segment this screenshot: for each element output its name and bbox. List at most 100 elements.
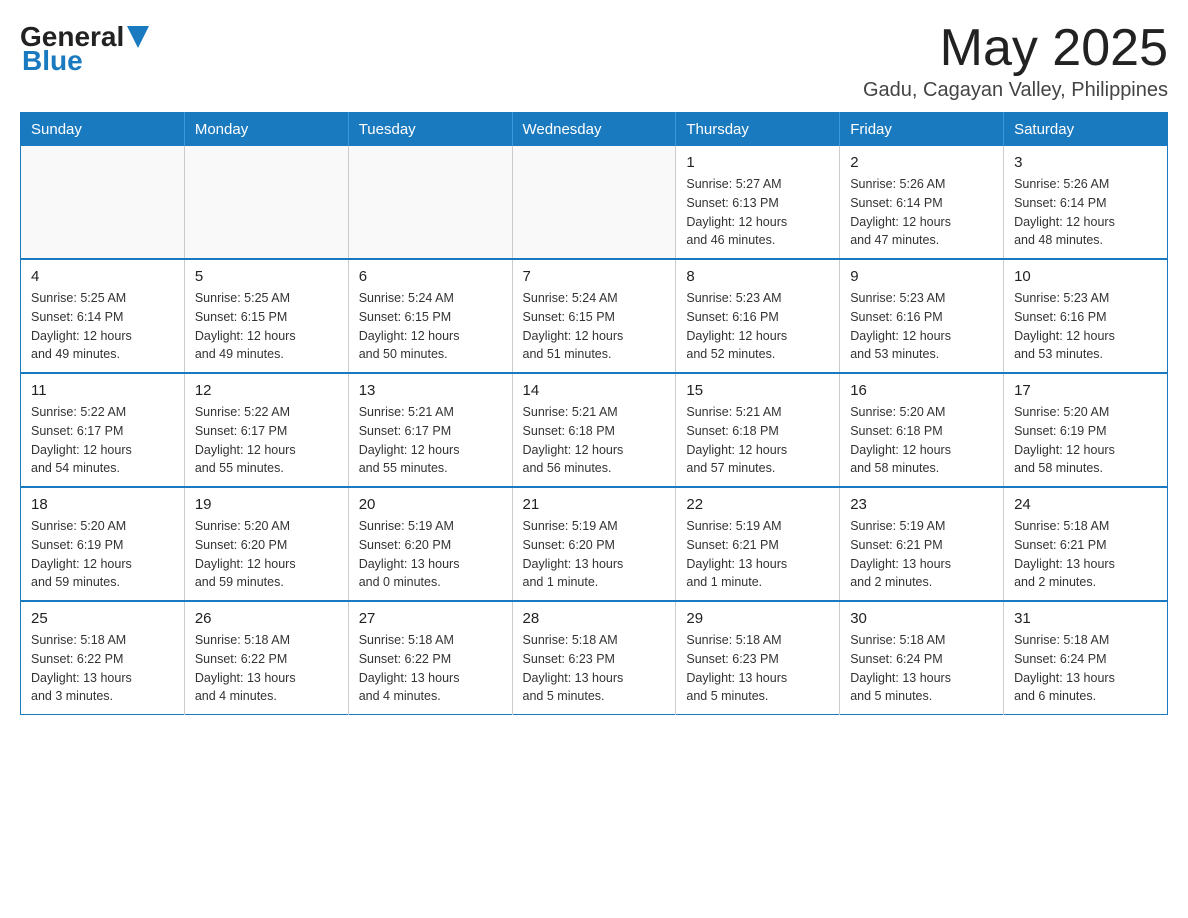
day-info: Sunrise: 5:19 AMSunset: 6:20 PMDaylight:…: [359, 517, 502, 592]
column-header-wednesday: Wednesday: [512, 113, 676, 147]
day-info: Sunrise: 5:18 AMSunset: 6:24 PMDaylight:…: [850, 631, 993, 706]
calendar-cell: 31 Sunrise: 5:18 AMSunset: 6:24 PMDayligh…: [1004, 601, 1168, 715]
calendar-cell: 24Sunrise: 5:18 AMSunset: 6:21 PMDayligh…: [1004, 487, 1168, 601]
day-number: 30: [850, 610, 993, 627]
day-info: Sunrise: 5:20 AMSunset: 6:19 PMDaylight:…: [31, 517, 174, 592]
day-info: Sunrise: 5:20 AMSunset: 6:18 PMDaylight:…: [850, 403, 993, 478]
day-number: 13: [359, 382, 502, 399]
calendar-cell: 4 Sunrise: 5:25 AMSunset: 6:14 PMDaylight…: [21, 259, 185, 373]
day-number: 27: [359, 610, 502, 627]
day-number: 4: [31, 268, 174, 285]
calendar-cell: 25 Sunrise: 5:18 AMSunset: 6:22 PMDayligh…: [21, 601, 185, 715]
column-header-tuesday: Tuesday: [348, 113, 512, 147]
day-info: Sunrise: 5:19 AMSunset: 6:21 PMDaylight:…: [850, 517, 993, 592]
day-info: Sunrise: 5:21 AMSunset: 6:18 PMDaylight:…: [686, 403, 829, 478]
day-number: 26: [195, 610, 338, 627]
day-info: Sunrise: 5:18 AMSunset: 6:24 PMDaylight:…: [1014, 631, 1157, 706]
day-info: Sunrise: 5:24 AMSunset: 6:15 PMDaylight:…: [359, 289, 502, 364]
column-header-saturday: Saturday: [1004, 113, 1168, 147]
day-number: 17: [1014, 382, 1157, 399]
day-info: Sunrise: 5:21 AMSunset: 6:18 PMDaylight:…: [523, 403, 666, 478]
calendar-cell: 28Sunrise: 5:18 AMSunset: 6:23 PMDayligh…: [512, 601, 676, 715]
calendar-cell: 5 Sunrise: 5:25 AMSunset: 6:15 PMDaylight…: [184, 259, 348, 373]
calendar-cell: [512, 146, 676, 259]
day-info: Sunrise: 5:19 AMSunset: 6:21 PMDaylight:…: [686, 517, 829, 592]
calendar-cell: 29 Sunrise: 5:18 AMSunset: 6:23 PMDayligh…: [676, 601, 840, 715]
day-number: 22: [686, 496, 829, 513]
logo-blue-text: Blue: [22, 45, 83, 77]
day-number: 5: [195, 268, 338, 285]
calendar-cell: 17Sunrise: 5:20 AMSunset: 6:19 PMDayligh…: [1004, 373, 1168, 487]
calendar-cell: 13 Sunrise: 5:21 AMSunset: 6:17 PMDayligh…: [348, 373, 512, 487]
calendar-cell: 20 Sunrise: 5:19 AMSunset: 6:20 PMDayligh…: [348, 487, 512, 601]
calendar-cell: 16Sunrise: 5:20 AMSunset: 6:18 PMDayligh…: [840, 373, 1004, 487]
day-number: 2: [850, 154, 993, 171]
day-number: 21: [523, 496, 666, 513]
day-number: 31: [1014, 610, 1157, 627]
day-info: Sunrise: 5:18 AMSunset: 6:23 PMDaylight:…: [686, 631, 829, 706]
day-number: 8: [686, 268, 829, 285]
day-info: Sunrise: 5:19 AMSunset: 6:20 PMDaylight:…: [523, 517, 666, 592]
day-number: 15: [686, 382, 829, 399]
day-number: 3: [1014, 154, 1157, 171]
calendar-week-row: 1 Sunrise: 5:27 AMSunset: 6:13 PMDaylight…: [21, 146, 1168, 259]
day-info: Sunrise: 5:25 AMSunset: 6:15 PMDaylight:…: [195, 289, 338, 364]
day-info: Sunrise: 5:18 AMSunset: 6:22 PMDaylight:…: [359, 631, 502, 706]
column-header-monday: Monday: [184, 113, 348, 147]
calendar-cell: 1 Sunrise: 5:27 AMSunset: 6:13 PMDaylight…: [676, 146, 840, 259]
day-info: Sunrise: 5:27 AMSunset: 6:13 PMDaylight:…: [686, 175, 829, 250]
day-info: Sunrise: 5:18 AMSunset: 6:22 PMDaylight:…: [31, 631, 174, 706]
day-info: Sunrise: 5:26 AMSunset: 6:14 PMDaylight:…: [850, 175, 993, 250]
day-info: Sunrise: 5:23 AMSunset: 6:16 PMDaylight:…: [850, 289, 993, 364]
calendar-cell: [21, 146, 185, 259]
calendar-cell: [184, 146, 348, 259]
calendar-cell: 21 Sunrise: 5:19 AMSunset: 6:20 PMDayligh…: [512, 487, 676, 601]
logo: General Blue: [20, 20, 149, 77]
calendar-week-row: 11 Sunrise: 5:22 AMSunset: 6:17 PMDayligh…: [21, 373, 1168, 487]
day-info: Sunrise: 5:25 AMSunset: 6:14 PMDaylight:…: [31, 289, 174, 364]
calendar-cell: 12Sunrise: 5:22 AMSunset: 6:17 PMDayligh…: [184, 373, 348, 487]
calendar-cell: 19 Sunrise: 5:20 AMSunset: 6:20 PMDayligh…: [184, 487, 348, 601]
day-number: 23: [850, 496, 993, 513]
day-info: Sunrise: 5:20 AMSunset: 6:20 PMDaylight:…: [195, 517, 338, 592]
day-number: 29: [686, 610, 829, 627]
calendar-cell: 3 Sunrise: 5:26 AMSunset: 6:14 PMDaylight…: [1004, 146, 1168, 259]
day-info: Sunrise: 5:18 AMSunset: 6:23 PMDaylight:…: [523, 631, 666, 706]
day-number: 20: [359, 496, 502, 513]
day-number: 11: [31, 382, 174, 399]
calendar-week-row: 18Sunrise: 5:20 AMSunset: 6:19 PMDayligh…: [21, 487, 1168, 601]
column-header-thursday: Thursday: [676, 113, 840, 147]
day-info: Sunrise: 5:24 AMSunset: 6:15 PMDaylight:…: [523, 289, 666, 364]
day-info: Sunrise: 5:21 AMSunset: 6:17 PMDaylight:…: [359, 403, 502, 478]
calendar-header-row: SundayMondayTuesdayWednesdayThursdayFrid…: [21, 113, 1168, 147]
calendar-cell: 26Sunrise: 5:18 AMSunset: 6:22 PMDayligh…: [184, 601, 348, 715]
day-info: Sunrise: 5:26 AMSunset: 6:14 PMDaylight:…: [1014, 175, 1157, 250]
calendar-cell: 11 Sunrise: 5:22 AMSunset: 6:17 PMDayligh…: [21, 373, 185, 487]
day-number: 1: [686, 154, 829, 171]
calendar-cell: 18Sunrise: 5:20 AMSunset: 6:19 PMDayligh…: [21, 487, 185, 601]
column-header-sunday: Sunday: [21, 113, 185, 147]
calendar-cell: [348, 146, 512, 259]
day-info: Sunrise: 5:22 AMSunset: 6:17 PMDaylight:…: [31, 403, 174, 478]
day-number: 10: [1014, 268, 1157, 285]
day-number: 19: [195, 496, 338, 513]
day-number: 24: [1014, 496, 1157, 513]
calendar-table: SundayMondayTuesdayWednesdayThursdayFrid…: [20, 112, 1168, 715]
day-number: 7: [523, 268, 666, 285]
location-title: Gadu, Cagayan Valley, Philippines: [863, 79, 1168, 102]
day-number: 6: [359, 268, 502, 285]
day-info: Sunrise: 5:22 AMSunset: 6:17 PMDaylight:…: [195, 403, 338, 478]
column-header-friday: Friday: [840, 113, 1004, 147]
calendar-cell: 6 Sunrise: 5:24 AMSunset: 6:15 PMDaylight…: [348, 259, 512, 373]
day-number: 25: [31, 610, 174, 627]
calendar-cell: 9Sunrise: 5:23 AMSunset: 6:16 PMDaylight…: [840, 259, 1004, 373]
calendar-cell: 2 Sunrise: 5:26 AMSunset: 6:14 PMDaylight…: [840, 146, 1004, 259]
calendar-week-row: 4 Sunrise: 5:25 AMSunset: 6:14 PMDaylight…: [21, 259, 1168, 373]
calendar-cell: 8Sunrise: 5:23 AMSunset: 6:16 PMDaylight…: [676, 259, 840, 373]
calendar-cell: 14 Sunrise: 5:21 AMSunset: 6:18 PMDayligh…: [512, 373, 676, 487]
calendar-week-row: 25 Sunrise: 5:18 AMSunset: 6:22 PMDayligh…: [21, 601, 1168, 715]
page-header: General Blue May 2025 Gadu, Cagayan Vall…: [20, 20, 1168, 102]
day-number: 14: [523, 382, 666, 399]
calendar-cell: 15 Sunrise: 5:21 AMSunset: 6:18 PMDayligh…: [676, 373, 840, 487]
logo-triangle-icon: [127, 26, 149, 48]
